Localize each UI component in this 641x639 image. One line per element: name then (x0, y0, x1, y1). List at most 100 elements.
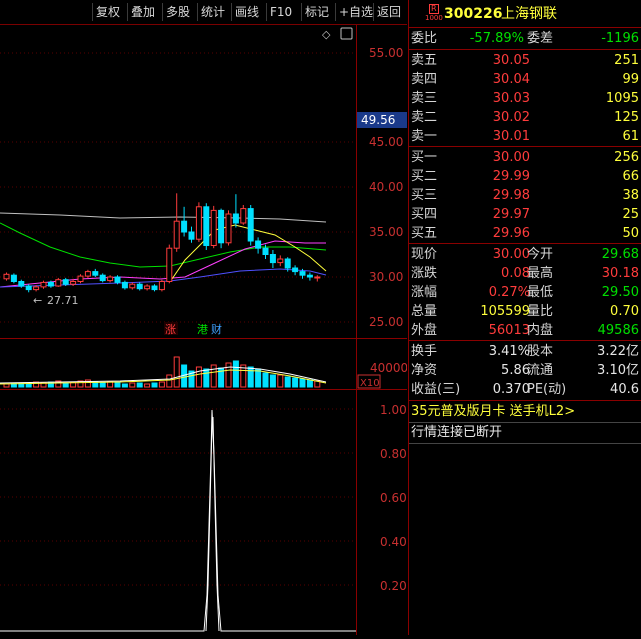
candle-body (47, 281, 54, 287)
indicator-spike-line (0, 409, 356, 632)
volume-bar (292, 377, 299, 388)
ind-tick-2: 0.80 (380, 447, 407, 461)
ask-level-row[interactable]: 卖五 30.05 251 (409, 51, 641, 70)
price-cursor-value: 49.56 (361, 113, 395, 127)
volume-bar (121, 383, 128, 388)
weibi-row: 委比 -57.89% 委差 -1196 (409, 29, 641, 48)
price-tick-25: 25.00 (369, 315, 403, 329)
ask-level-row[interactable]: 卖一 30.01 61 (409, 127, 641, 146)
ind-tick-1: 1.00 (380, 403, 407, 417)
bid-price: 29.97 (492, 207, 530, 222)
kline-chart[interactable]: 55.00 45.00 40.00 35.00 30.00 25.00 49.5… (0, 25, 408, 635)
finance-label-left: 换手 (411, 344, 438, 359)
price-tick-55: 55.00 (369, 46, 403, 60)
quote-value-left: 105599 (480, 304, 530, 319)
ask-volume: 61 (622, 129, 639, 144)
finance-value-right: 40.6 (610, 382, 639, 397)
finance-label-right: 流通 (527, 363, 554, 378)
stock-name[interactable]: 上海钢联 (501, 5, 557, 24)
volume-bar (262, 372, 269, 388)
finance-row[interactable]: 换手 3.41% 股本 3.22亿 (409, 342, 641, 361)
candle-body (255, 240, 262, 249)
quote-row[interactable]: 涨幅 0.27% 最低 29.50 (409, 283, 641, 302)
f10-button[interactable]: F10 (266, 3, 295, 21)
volume-bar (173, 356, 180, 388)
ask-label: 卖五 (411, 53, 438, 68)
bid-level-row[interactable]: 买五 29.96 50 (409, 224, 641, 243)
multi-stock-button[interactable]: 多股 (162, 3, 193, 21)
chart-toolbar: 复权 叠加 多股 统计 画线 F10 标记 +自选 返回 (0, 0, 407, 25)
weicha-label: 委差 (527, 31, 554, 46)
candle-body (18, 281, 25, 287)
finance-row[interactable]: 收益(三) 0.370 PE(动) 40.6 (409, 380, 641, 399)
quote-value-left: 0.27% (488, 285, 530, 300)
tag-cai[interactable]: 财 (211, 322, 222, 336)
candle-body (10, 274, 17, 282)
bid-level-row[interactable]: 买三 29.98 38 (409, 186, 641, 205)
volume-bar (99, 382, 106, 388)
draw-line-button[interactable]: 画线 (231, 3, 262, 21)
promo-text[interactable]: 35元普及版月卡 送手机L2> (411, 402, 575, 421)
ask-level-row[interactable]: 卖二 30.02 125 (409, 108, 641, 127)
candle-body (225, 213, 232, 244)
back-button[interactable]: 返回 (373, 3, 404, 21)
bid-price: 29.96 (492, 226, 530, 241)
ask-level-row[interactable]: 卖三 30.03 1095 (409, 89, 641, 108)
window-toggle-icon[interactable] (340, 27, 353, 40)
low-marker-arrow: ← (33, 294, 42, 307)
kline-chart-area[interactable]: 55.00 45.00 40.00 35.00 30.00 25.00 49.5… (0, 25, 408, 635)
tag-zhang[interactable]: 涨 (165, 323, 176, 336)
bid-level-row[interactable]: 买四 29.97 25 (409, 205, 641, 224)
candle-body (121, 281, 128, 289)
quote-label-right: 最高 (527, 266, 554, 281)
statistics-button[interactable]: 统计 (197, 3, 228, 21)
fuquan-button[interactable]: 复权 (92, 3, 123, 21)
volume-bar (136, 382, 143, 388)
candle-body (25, 285, 32, 291)
ind-tick-4: 0.40 (380, 535, 407, 549)
candle-body (299, 271, 306, 276)
bid-level-row[interactable]: 买一 30.00 256 (409, 148, 641, 167)
tag-gang[interactable]: 港 (197, 323, 208, 336)
candle-body (107, 276, 114, 282)
volume-bar (269, 374, 276, 388)
candle-body (284, 258, 291, 269)
quote-panel: R 1000 300226 上海钢联 委比 -57.89% 委差 -1196 卖… (408, 0, 641, 635)
quote-label-left: 涨幅 (411, 285, 438, 300)
candle-body (136, 283, 143, 290)
volume-bar (158, 381, 165, 388)
quote-row[interactable]: 现价 30.00 今开 29.68 (409, 245, 641, 264)
quote-value-left: 30.00 (492, 247, 530, 262)
candle-body (33, 286, 40, 291)
candle-body (40, 281, 47, 288)
ma-line-magenta (0, 240, 326, 288)
candle-body (292, 267, 299, 273)
volume-bar (129, 382, 136, 388)
candle-body (99, 274, 106, 282)
finance-label-right: PE(动) (527, 382, 567, 397)
ask-level-row[interactable]: 卖四 30.04 99 (409, 70, 641, 89)
stock-code[interactable]: 300226 (444, 5, 502, 24)
volume-bar (3, 383, 10, 388)
quote-row[interactable]: 外盘 56013 内盘 49586 (409, 321, 641, 340)
quote-row[interactable]: 涨跌 0.08 最高 30.18 (409, 264, 641, 283)
diamond-icon[interactable]: ◇ (322, 28, 331, 41)
quote-label-right: 量比 (527, 304, 554, 319)
stock-title: R 1000 300226 上海钢联 (409, 3, 641, 25)
candle-body (151, 285, 158, 291)
quote-value-right: 49586 (597, 323, 639, 338)
ma-line-white (0, 212, 327, 223)
volume-bar (247, 366, 254, 388)
bid-level-row[interactable]: 买二 29.99 66 (409, 167, 641, 186)
finance-value-right: 3.10亿 (597, 363, 639, 378)
volume-bar (299, 378, 306, 388)
overlay-button[interactable]: 叠加 (127, 3, 158, 21)
quote-label-left: 现价 (411, 247, 438, 262)
mark-button[interactable]: 标记 (301, 3, 332, 21)
promo-banner[interactable]: 35元普及版月卡 送手机L2> (409, 402, 641, 421)
ask-volume: 99 (622, 72, 639, 87)
quote-row[interactable]: 总量 105599 量比 0.70 (409, 302, 641, 321)
candle-body (306, 274, 313, 278)
finance-row[interactable]: 净资 5.86 流通 3.10亿 (409, 361, 641, 380)
add-watchlist-button[interactable]: +自选 (335, 3, 376, 21)
